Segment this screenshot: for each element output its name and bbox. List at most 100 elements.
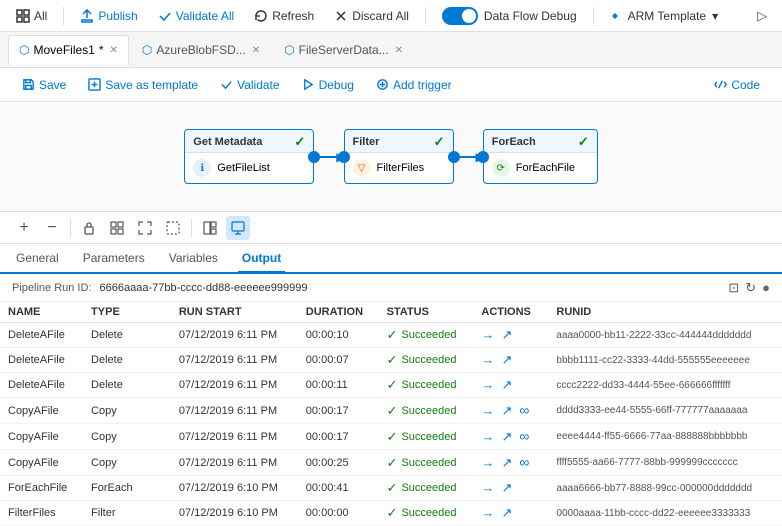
select-icon-btn[interactable]	[161, 216, 185, 240]
action-open-icon[interactable]: ↗	[501, 352, 512, 367]
node-icon-filter: ▽	[353, 159, 371, 177]
run-bar: Pipeline Run ID: 6666aaaa-77bb-cccc-dd88…	[0, 274, 782, 302]
icon-bar: + −	[0, 212, 782, 244]
cell-type: Delete	[83, 348, 171, 373]
output-tabs: General Parameters Variables Output	[0, 244, 782, 274]
port-right-filter[interactable]	[448, 151, 460, 163]
action-loop-icon[interactable]: ∞	[519, 454, 529, 470]
top-bar: All Publish Validate All Refresh Discard…	[0, 0, 782, 32]
cell-runid: cccc2222-dd33-4444-55ee-666666fffffff	[548, 373, 782, 398]
cell-duration: 00:00:07	[298, 348, 379, 373]
action-open-icon[interactable]: ↗	[501, 480, 512, 495]
output-table: NAME TYPE RUN START DURATION STATUS ACTI…	[0, 302, 782, 526]
discard-all-button[interactable]: Discard All	[326, 7, 417, 25]
port-right-getmetadata[interactable]	[308, 151, 320, 163]
publish-button[interactable]: Publish	[72, 7, 145, 25]
cell-status: ✓ Succeeded	[379, 476, 474, 501]
action-view-icon[interactable]: →	[481, 505, 494, 520]
minus-icon-btn[interactable]: −	[40, 216, 64, 240]
cell-actions: → ↗	[473, 476, 548, 501]
cell-name: DeleteAFile	[0, 373, 83, 398]
validate-button[interactable]: Validate	[210, 74, 289, 96]
tab-variables[interactable]: Variables	[165, 244, 222, 272]
action-view-icon[interactable]: →	[481, 455, 494, 470]
tab-fileserver[interactable]: ⬡ FileServerData... ✕	[273, 35, 414, 65]
monitor-icon-btn[interactable]	[226, 216, 250, 240]
status-success-icon: ✓	[387, 352, 398, 368]
data-flow-debug-toggle[interactable]: Data Flow Debug	[442, 7, 577, 25]
action-open-icon[interactable]: ↗	[501, 377, 512, 392]
cell-actions: → ↗ ∞	[473, 424, 548, 450]
tab-parameters[interactable]: Parameters	[79, 244, 149, 272]
copy-run-id-icon[interactable]: ⊡	[728, 280, 739, 296]
arm-template-button[interactable]: ARM Template ▾	[602, 7, 727, 25]
table-row: DeleteAFile Delete 07/12/2019 6:11 PM 00…	[0, 373, 782, 398]
node-filter[interactable]: Filter ✓ ▽ FilterFiles	[344, 129, 454, 184]
cell-run-start: 07/12/2019 6:11 PM	[171, 323, 298, 348]
status-success-icon: ✓	[387, 480, 398, 496]
action-open-icon[interactable]: ↗	[501, 505, 512, 520]
action-view-icon[interactable]: →	[481, 429, 494, 444]
save-as-template-button[interactable]: Save as template	[78, 74, 208, 96]
col-run-start: RUN START	[171, 302, 298, 323]
status-dot: ●	[762, 280, 770, 296]
cell-actions: → ↗	[473, 348, 548, 373]
grid-icon-btn[interactable]	[105, 216, 129, 240]
cell-type: Copy	[83, 424, 171, 450]
tab-output[interactable]: Output	[238, 245, 285, 273]
port-left-filter	[338, 151, 350, 163]
tab-close-icon3[interactable]: ✕	[395, 45, 403, 56]
cell-run-start: 07/12/2019 6:10 PM	[171, 501, 298, 526]
refresh-run-icon[interactable]: ↻	[745, 280, 756, 296]
cell-run-start: 07/12/2019 6:11 PM	[171, 450, 298, 476]
add-icon-btn[interactable]: +	[12, 216, 36, 240]
cell-duration: 00:00:17	[298, 398, 379, 424]
cell-type: Filter	[83, 501, 171, 526]
tab-ds2-icon: ⬡	[284, 43, 294, 57]
action-loop-icon[interactable]: ∞	[519, 428, 529, 444]
code-button[interactable]: Code	[704, 74, 770, 96]
tab-movefiles[interactable]: ⬡ MoveFiles1 * ✕	[8, 35, 129, 65]
all-button[interactable]: All	[8, 7, 55, 25]
toggle-track[interactable]	[442, 7, 478, 25]
output-table-wrap: NAME TYPE RUN START DURATION STATUS ACTI…	[0, 302, 782, 526]
separator	[63, 7, 64, 25]
tab-general[interactable]: General	[12, 244, 63, 272]
refresh-button[interactable]: Refresh	[246, 7, 322, 25]
layout-icon-btn[interactable]	[198, 216, 222, 240]
action-open-icon[interactable]: ↗	[501, 455, 512, 470]
cell-actions: → ↗	[473, 323, 548, 348]
maximize-icon[interactable]: ▷	[750, 4, 774, 28]
add-trigger-button[interactable]: Add trigger	[366, 74, 462, 96]
action-open-icon[interactable]: ↗	[501, 327, 512, 342]
action-loop-icon[interactable]: ∞	[519, 402, 529, 418]
node-getmetadata[interactable]: Get Metadata ✓ ℹ GetFileList	[184, 129, 314, 184]
fit-icon-btn[interactable]	[133, 216, 157, 240]
lock-icon-btn[interactable]	[77, 216, 101, 240]
tab-close-icon[interactable]: ✕	[110, 45, 118, 56]
node-icon-foreach: ⟳	[492, 159, 510, 177]
col-actions: ACTIONS	[473, 302, 548, 323]
tab-close-icon2[interactable]: ✕	[252, 45, 260, 56]
action-view-icon[interactable]: →	[481, 377, 494, 392]
node-header-filter: Filter ✓	[345, 130, 453, 153]
action-view-icon[interactable]: →	[481, 327, 494, 342]
debug-button[interactable]: Debug	[292, 74, 364, 96]
col-type: TYPE	[83, 302, 171, 323]
action-view-icon[interactable]: →	[481, 403, 494, 418]
action-open-icon[interactable]: ↗	[501, 429, 512, 444]
tab-ds-icon: ⬡	[142, 43, 152, 57]
toggle-thumb	[462, 9, 476, 23]
action-view-icon[interactable]: →	[481, 480, 494, 495]
tab-azureblob[interactable]: ⬡ AzureBlobFSD... ✕	[131, 35, 271, 65]
node-foreach[interactable]: ForEach ✓ ⟳ ForEachFile	[483, 129, 598, 184]
action-view-icon[interactable]: →	[481, 352, 494, 367]
table-row: CopyAFile Copy 07/12/2019 6:11 PM 00:00:…	[0, 450, 782, 476]
action-open-icon[interactable]: ↗	[501, 403, 512, 418]
status-success-icon: ✓	[387, 505, 398, 521]
cell-run-start: 07/12/2019 6:11 PM	[171, 348, 298, 373]
cell-type: Copy	[83, 398, 171, 424]
save-button[interactable]: Save	[12, 74, 76, 96]
separator2	[425, 7, 426, 25]
validate-all-button[interactable]: Validate All	[150, 7, 242, 25]
